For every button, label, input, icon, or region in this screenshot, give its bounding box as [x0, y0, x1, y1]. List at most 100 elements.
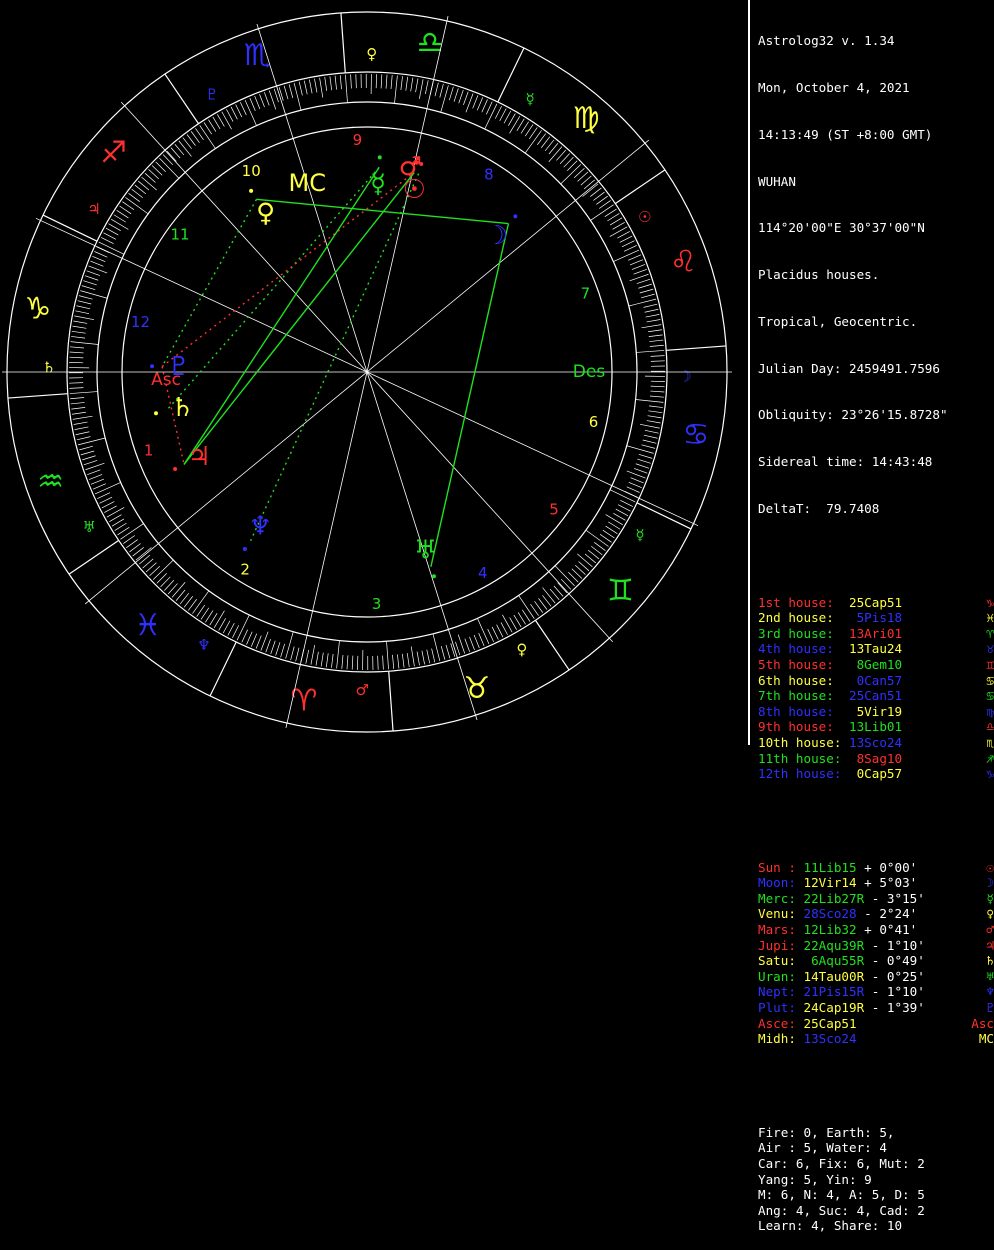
planet-icon: ♂: [986, 922, 994, 938]
degree-tick: [636, 400, 664, 403]
degree-tick: [630, 274, 649, 281]
house-pad: [834, 626, 849, 641]
sign-ruler-icon: ♆: [197, 636, 210, 654]
planet-position: 25Cap51: [804, 1016, 857, 1031]
degree-tick: [70, 392, 98, 394]
degree-tick: [326, 653, 328, 667]
zodiac-sign-icon: ♐: [100, 135, 127, 170]
degree-tick: [485, 104, 497, 129]
house-row: 1st house: 25Cap51♑: [758, 595, 994, 611]
degree-tick: [643, 440, 657, 443]
degree-tick: [641, 294, 655, 298]
degree-tick: [387, 641, 389, 669]
degree-tick: [482, 99, 488, 112]
degree-tick: [648, 330, 662, 332]
degree-tick: [651, 356, 665, 357]
panel-divider: [748, 0, 750, 745]
degree-tick: [291, 647, 295, 661]
planet-position: 14Tau00R: [804, 969, 865, 984]
degree-tick: [73, 326, 87, 328]
degree-tick: [618, 505, 630, 512]
degree-tick: [451, 643, 455, 656]
planet-position: 24Cap19R: [804, 1000, 865, 1015]
degree-tick: [76, 306, 90, 309]
degree-tick: [474, 635, 479, 648]
planet-latitude: - 1°10': [864, 938, 925, 953]
degree-tick: [75, 311, 89, 314]
house-label: 3rd house:: [758, 626, 834, 641]
degree-tick: [522, 610, 530, 622]
degree-tick: [115, 523, 127, 530]
degree-tick: [600, 534, 611, 542]
planet-position: 12Vir14: [804, 875, 857, 890]
degree-tick: [69, 357, 83, 358]
sign-boundary: [165, 74, 199, 124]
planet-dot: [154, 411, 158, 415]
house-row: 9th house: 13Lib01♎: [758, 719, 994, 735]
degree-tick: [71, 336, 85, 338]
degree-tick: [637, 279, 650, 283]
house-label: 10th house:: [758, 735, 841, 750]
planet-icon: ♅: [986, 969, 994, 985]
degree-tick: [304, 81, 307, 95]
house-label: 11th house:: [758, 751, 841, 766]
planet-row: Jupi: 22Aqu39R - 1°10'♃: [758, 938, 994, 954]
degree-tick: [91, 479, 104, 484]
degree-tick: [281, 644, 285, 657]
degree-tick: [543, 588, 556, 604]
degree-tick: [401, 76, 403, 90]
house-label: 9th house:: [758, 719, 834, 734]
degree-tick: [129, 193, 140, 201]
degree-tick: [646, 314, 660, 317]
sign-boundary: [341, 13, 345, 73]
degree-tick: [459, 90, 464, 103]
house-number: 9: [353, 131, 363, 149]
degree-tick: [269, 90, 276, 109]
degree-tick: [77, 437, 91, 440]
degree-tick: [331, 654, 333, 668]
degree-tick: [603, 530, 615, 538]
house-pad: [834, 610, 849, 625]
spacer: [758, 813, 994, 829]
degree-tick: [284, 86, 288, 99]
house-number: 1: [144, 441, 154, 459]
planet-row: Sun : 11Lib15 + 0°00'☉: [758, 860, 994, 876]
degree-tick: [613, 513, 625, 520]
degree-tick: [605, 209, 617, 217]
degree-tick: [351, 74, 352, 88]
aspect-line: [162, 199, 256, 366]
house-label: 8th house:: [758, 704, 834, 719]
zodiac-sign-icon: ♓: [134, 608, 161, 643]
house-cusp-value: 5Vir19: [849, 704, 902, 719]
degree-tick: [651, 361, 665, 362]
degree-tick: [521, 122, 529, 134]
house-sign-icon: ♋: [986, 673, 994, 689]
degree-tick: [99, 242, 124, 254]
chart-date: Mon, October 4, 2021: [758, 80, 994, 96]
house-cusp-value: 13Sco24: [849, 735, 902, 750]
degree-tick: [87, 470, 100, 475]
degree-tick: [631, 478, 644, 483]
des-label: Des: [573, 362, 606, 382]
degree-tick: [251, 634, 256, 647]
stat-line: M: 6, N: 4, A: 5, D: 5: [758, 1187, 994, 1203]
degree-tick: [435, 83, 438, 97]
degree-tick: [417, 652, 419, 666]
planet-dot: [249, 189, 253, 193]
aspect-line: [184, 167, 379, 464]
house-cusp-value: 13Lib01: [849, 719, 902, 734]
degree-tick: [650, 391, 664, 392]
house-number: 12: [131, 313, 150, 331]
house-label: 1st house:: [758, 595, 834, 610]
degree-tick: [84, 460, 97, 464]
degree-tick: [433, 634, 440, 661]
degree-tick: [510, 116, 520, 133]
planet-label: Moon:: [758, 875, 796, 890]
planet-dot: [378, 155, 382, 159]
house-cusp-value: 8Gem10: [849, 657, 902, 672]
degree-tick: [634, 269, 647, 274]
degree-tick: [649, 406, 663, 408]
saturn-icon: ♄: [171, 393, 194, 423]
planet-row: Mars: 12Lib32 + 0°41'♂: [758, 922, 994, 938]
degree-tick: [70, 352, 84, 353]
